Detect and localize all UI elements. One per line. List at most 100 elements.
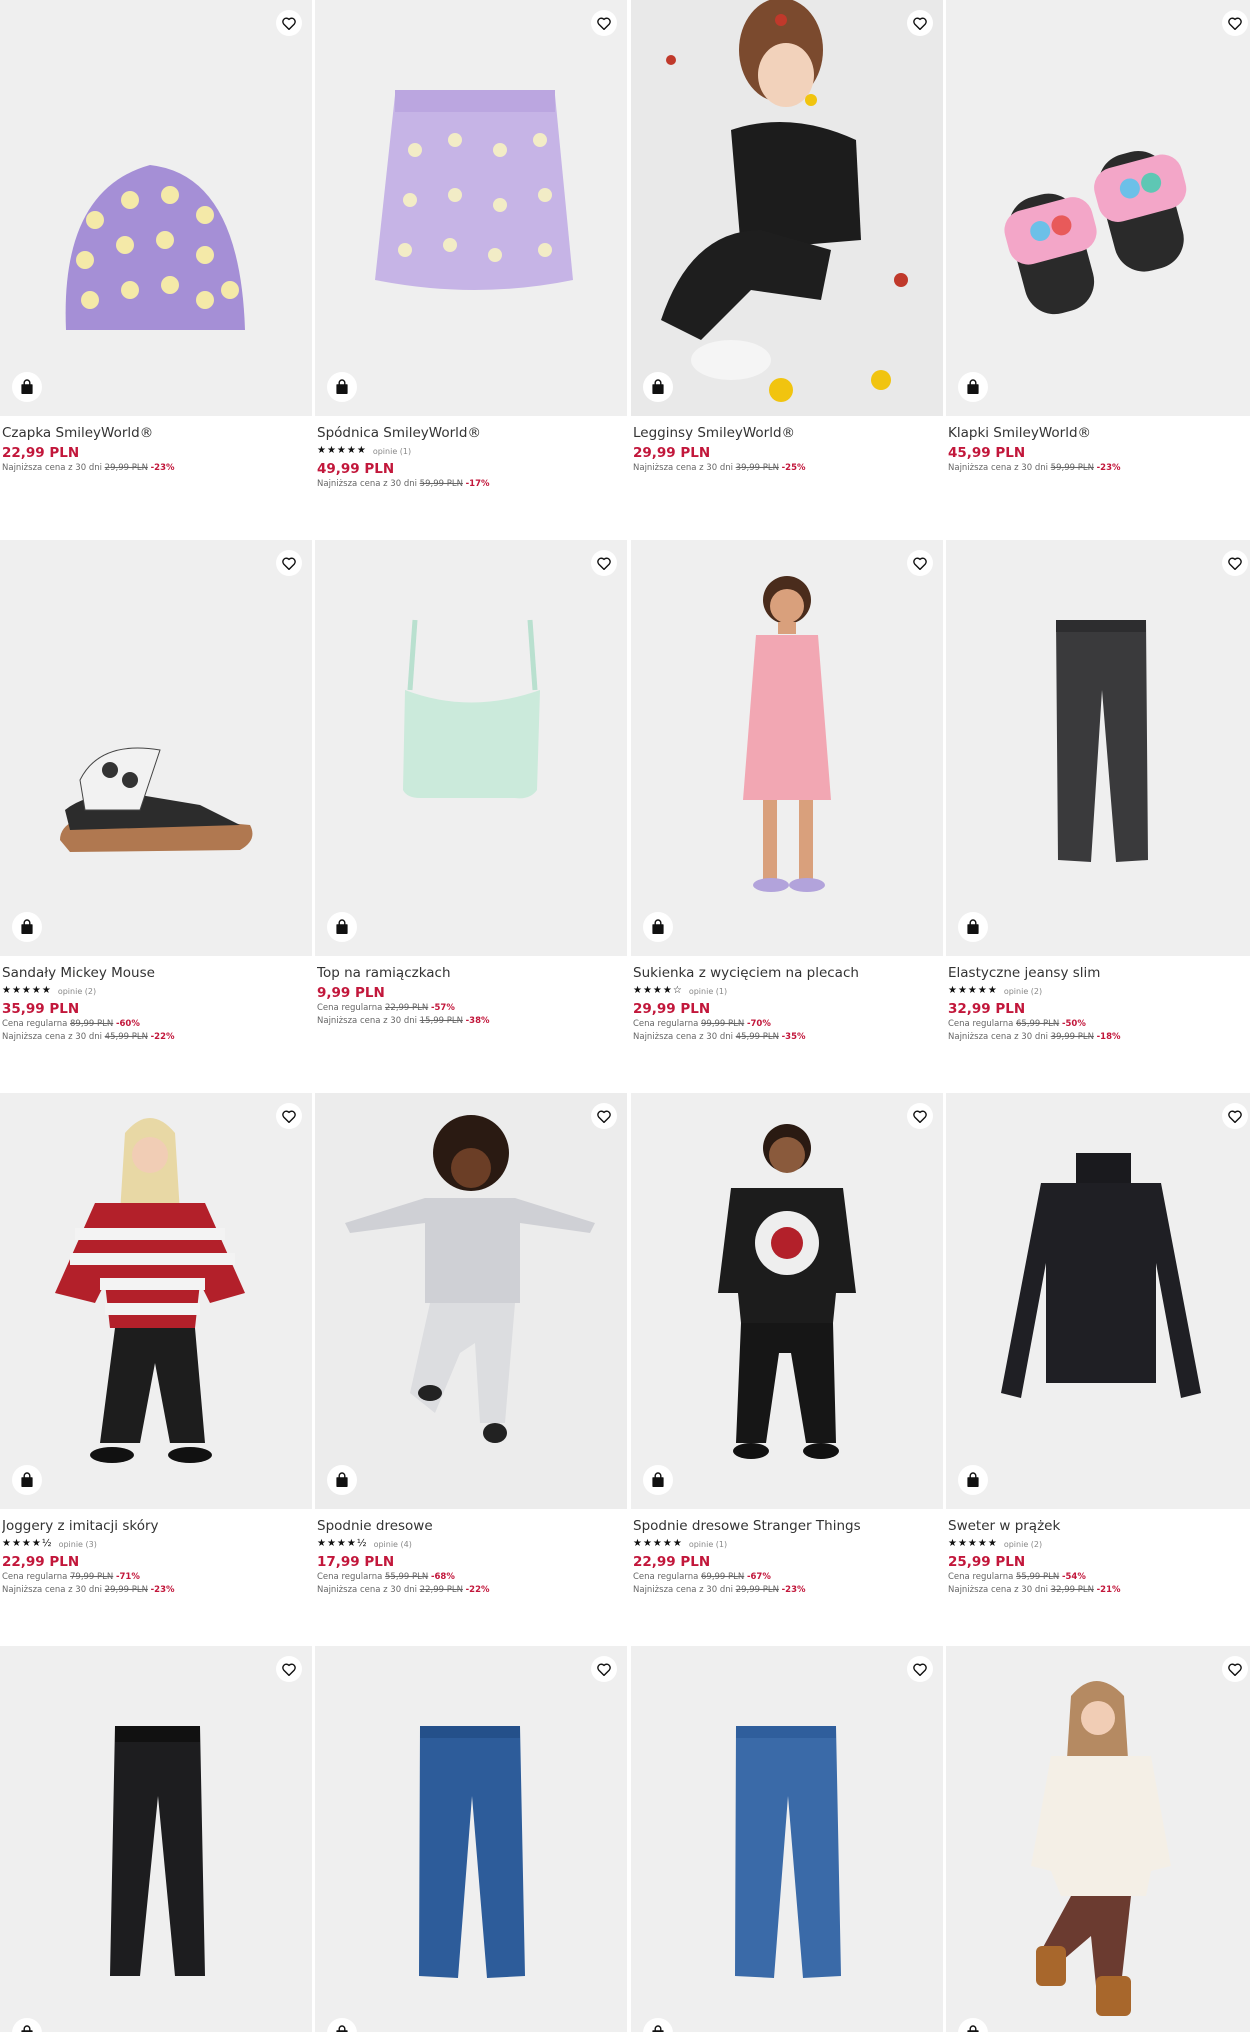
product-card[interactable]: Sandały Mickey Mouse ★★★★★ opinie (2) 35,99… — [0, 540, 312, 1044]
add-to-cart-bag-icon[interactable] — [958, 912, 988, 942]
lowest-price-line-label: Najniższa cena z 30 dni — [317, 1016, 417, 1026]
product-image[interactable] — [946, 1093, 1250, 1509]
product-name[interactable]: Spódnica SmileyWorld® — [317, 424, 625, 442]
lowest-price-line-discount: -23% — [781, 1585, 806, 1595]
product-image[interactable] — [631, 0, 943, 416]
product-image[interactable] — [315, 0, 627, 416]
product-image[interactable] — [946, 0, 1250, 416]
review-count[interactable]: opinie (1) — [689, 987, 727, 996]
favorite-heart-icon[interactable] — [591, 1103, 617, 1129]
lowest-price-line: Najniższa cena z 30 dni 22,99 PLN -22% — [317, 1584, 625, 1597]
product-name[interactable]: Spodnie dresowe — [317, 1517, 625, 1535]
product-card[interactable] — [946, 1646, 1250, 2032]
product-image[interactable] — [631, 540, 943, 956]
favorite-heart-icon[interactable] — [907, 550, 933, 576]
product-image[interactable] — [0, 1646, 312, 2032]
product-card[interactable]: Sweter w prążek ★★★★★ opinie (2) 25,99 PLN C… — [946, 1093, 1250, 1597]
favorite-heart-icon[interactable] — [907, 1103, 933, 1129]
regular-price-line-discount: -71% — [115, 1572, 140, 1582]
review-count[interactable]: opinie (3) — [59, 1540, 97, 1549]
product-image[interactable] — [631, 1093, 943, 1509]
regular-price-line-label: Cena regularna — [948, 1572, 1014, 1582]
product-name[interactable]: Klapki SmileyWorld® — [948, 424, 1250, 442]
product-card[interactable]: Spodnie dresowe ★★★★½ opinie (4) 17,99 PLN C… — [315, 1093, 627, 1597]
add-to-cart-bag-icon[interactable] — [958, 372, 988, 402]
favorite-heart-icon[interactable] — [591, 550, 617, 576]
product-image[interactable] — [946, 1646, 1250, 2032]
favorite-heart-icon[interactable] — [276, 1656, 302, 1682]
lowest-price-line: Najniższa cena z 30 dni 45,99 PLN -22% — [2, 1031, 310, 1044]
favorite-heart-icon[interactable] — [907, 10, 933, 36]
favorite-heart-icon[interactable] — [1222, 550, 1248, 576]
product-name[interactable]: Spodnie dresowe Stranger Things — [633, 1517, 941, 1535]
lowest-price-line-discount: -38% — [465, 1016, 490, 1026]
review-count[interactable]: opinie (2) — [1004, 987, 1042, 996]
regular-price-line: Cena regularna 69,99 PLN -67% — [633, 1571, 941, 1584]
product-price: 22,99 PLN — [2, 445, 80, 461]
regular-price-line-discount: -67% — [746, 1572, 771, 1582]
add-to-cart-bag-icon[interactable] — [12, 1465, 42, 1495]
favorite-heart-icon[interactable] — [1222, 1656, 1248, 1682]
product-card[interactable]: Spódnica SmileyWorld® ★★★★★ opinie (1) 49,9… — [315, 0, 627, 491]
review-count[interactable]: opinie (1) — [373, 447, 411, 456]
favorite-heart-icon[interactable] — [276, 10, 302, 36]
product-image[interactable] — [0, 1093, 312, 1509]
add-to-cart-bag-icon[interactable] — [12, 912, 42, 942]
product-name[interactable]: Sukienka z wycięciem na plecach — [633, 964, 941, 982]
product-name[interactable]: Sweter w prążek — [948, 1517, 1250, 1535]
add-to-cart-bag-icon[interactable] — [327, 1465, 357, 1495]
product-image[interactable] — [631, 1646, 943, 2032]
product-card[interactable]: Joggery z imitacji skóry ★★★★½ opinie (3) 2… — [0, 1093, 312, 1597]
review-count[interactable]: opinie (4) — [374, 1540, 412, 1549]
review-count[interactable]: opinie (2) — [58, 987, 96, 996]
product-image[interactable] — [0, 0, 312, 416]
product-card[interactable]: Top na ramiączkach 9,99 PLN Cena regularna… — [315, 540, 627, 1028]
add-to-cart-bag-icon[interactable] — [643, 372, 673, 402]
product-name[interactable]: Sandały Mickey Mouse — [2, 964, 310, 982]
add-to-cart-bag-icon[interactable] — [643, 1465, 673, 1495]
product-card[interactable] — [315, 1646, 627, 2032]
lowest-price-line-old-price: 15,99 PLN — [419, 1016, 463, 1026]
lowest-price-line: Najniższa cena z 30 dni 29,99 PLN -23% — [2, 1584, 310, 1597]
product-name[interactable]: Joggery z imitacji skóry — [2, 1517, 310, 1535]
product-name[interactable]: Top na ramiączkach — [317, 964, 625, 982]
product-image[interactable] — [315, 1093, 627, 1509]
favorite-heart-icon[interactable] — [1222, 1103, 1248, 1129]
favorite-heart-icon[interactable] — [591, 10, 617, 36]
favorite-heart-icon[interactable] — [276, 1103, 302, 1129]
product-card[interactable]: Klapki SmileyWorld® 45,99 PLN Najniższa ce… — [946, 0, 1250, 475]
product-card[interactable]: Elastyczne jeansy slim ★★★★★ opinie (2) 32,… — [946, 540, 1250, 1044]
product-card[interactable]: Spodnie dresowe Stranger Things ★★★★★ opin… — [631, 1093, 943, 1597]
product-card[interactable]: Legginsy SmileyWorld® 29,99 PLN Najniższa … — [631, 0, 943, 475]
product-image[interactable] — [315, 540, 627, 956]
lowest-price-line-discount: -35% — [781, 1032, 806, 1042]
product-name[interactable]: Elastyczne jeansy slim — [948, 964, 1250, 982]
add-to-cart-bag-icon[interactable] — [327, 372, 357, 402]
product-card[interactable] — [631, 1646, 943, 2032]
product-image[interactable] — [946, 540, 1250, 956]
product-image[interactable] — [0, 540, 312, 956]
review-count[interactable]: opinie (2) — [1004, 1540, 1042, 1549]
add-to-cart-bag-icon[interactable] — [643, 912, 673, 942]
product-card[interactable]: Czapka SmileyWorld® 22,99 PLN Najniższa ce… — [0, 0, 312, 475]
regular-price-line: Cena regularna 55,99 PLN -68% — [317, 1571, 625, 1584]
lowest-price-line-label: Najniższa cena z 30 dni — [948, 1032, 1048, 1042]
product-name[interactable]: Czapka SmileyWorld® — [2, 424, 310, 442]
add-to-cart-bag-icon[interactable] — [12, 372, 42, 402]
product-image[interactable] — [315, 1646, 627, 2032]
product-card[interactable] — [0, 1646, 312, 2032]
product-name[interactable]: Legginsy SmileyWorld® — [633, 424, 941, 442]
lowest-price-line-label: Najniższa cena z 30 dni — [317, 479, 417, 489]
lowest-price-line-old-price: 32,99 PLN — [1050, 1585, 1094, 1595]
product-card[interactable]: Sukienka z wycięciem na plecach ★★★★☆ opin… — [631, 540, 943, 1044]
favorite-heart-icon[interactable] — [907, 1656, 933, 1682]
lowest-price-line-discount: -18% — [1096, 1032, 1121, 1042]
add-to-cart-bag-icon[interactable] — [958, 1465, 988, 1495]
product-rating: ★★★★☆ opinie (1) — [633, 984, 941, 998]
add-to-cart-bag-icon[interactable] — [327, 912, 357, 942]
review-count[interactable]: opinie (1) — [689, 1540, 727, 1549]
favorite-heart-icon[interactable] — [591, 1656, 617, 1682]
lowest-price-line: Najniższa cena z 30 dni 39,99 PLN -18% — [948, 1031, 1250, 1044]
favorite-heart-icon[interactable] — [1222, 10, 1248, 36]
favorite-heart-icon[interactable] — [276, 550, 302, 576]
